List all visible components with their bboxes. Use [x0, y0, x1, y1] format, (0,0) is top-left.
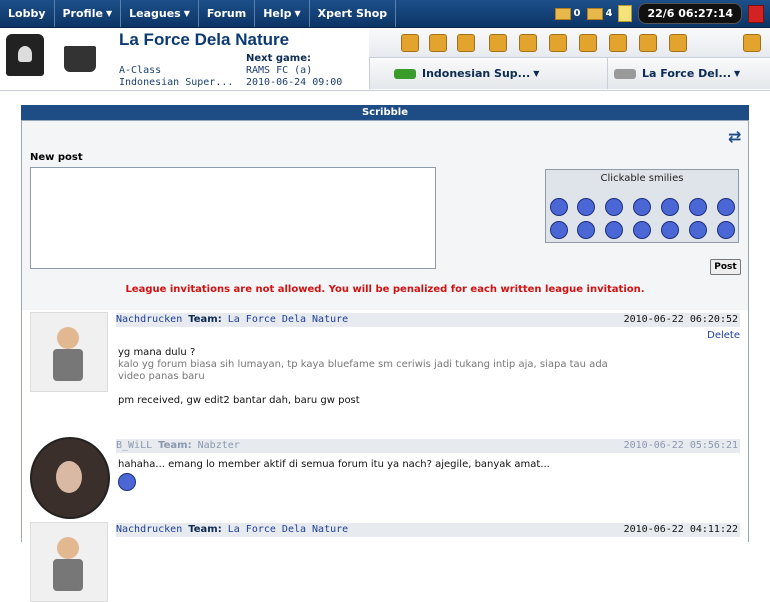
- avatar[interactable]: [30, 437, 110, 519]
- team-toolbar: [369, 28, 770, 58]
- delete-link[interactable]: Delete: [707, 330, 740, 341]
- team-division[interactable]: A-Class: [119, 65, 161, 76]
- chevron-down-icon: ▼: [105, 9, 113, 18]
- team-league[interactable]: Indonesian Super...: [119, 77, 233, 88]
- scribble-post: Nachdrucken Team: La Force Dela Nature 2…: [22, 520, 748, 602]
- nav-help[interactable]: Help ▼: [255, 0, 310, 27]
- post-header: B_WiLL Team: Nabzter 2010-06-22 05:56:21: [116, 439, 740, 453]
- nav-leagues[interactable]: Leagues ▼: [121, 0, 199, 27]
- smilies-box: Clickable smilies: [545, 169, 739, 243]
- league-warning: League invitations are not allowed. You …: [125, 284, 645, 295]
- mail-icon: [554, 7, 571, 20]
- smiley-icon[interactable]: [717, 221, 735, 239]
- smiley-icon[interactable]: [577, 198, 595, 216]
- post-date: 2010-06-22 06:20:52: [623, 314, 738, 325]
- wire-count: 4: [605, 8, 613, 19]
- settings-icon[interactable]: [743, 34, 761, 52]
- next-game-opponent[interactable]: RAMS FC (a): [246, 65, 312, 76]
- post-header: Nachdrucken Team: La Force Dela Nature 2…: [116, 523, 740, 537]
- team-shirt-icon: [6, 34, 44, 76]
- server-clock: 22/6 06:27:14: [638, 3, 742, 24]
- smiley-icon[interactable]: [689, 221, 707, 239]
- car-icon: [614, 68, 636, 79]
- info-icon[interactable]: [401, 34, 419, 52]
- players-icon[interactable]: [457, 34, 475, 52]
- team-label: Team:: [188, 524, 222, 535]
- post-date: 2010-06-22 05:56:21: [623, 440, 738, 451]
- smiley-icon[interactable]: [689, 198, 707, 216]
- smiley-icon[interactable]: [661, 198, 679, 216]
- smiley-icon[interactable]: [605, 221, 623, 239]
- header-tools: 0 4 22/6 06:27:14: [554, 3, 764, 24]
- post-author[interactable]: B_WiLL: [116, 440, 152, 451]
- league-icon: [394, 68, 416, 79]
- team-dropdown[interactable]: La Force Del... ▼: [607, 58, 770, 89]
- smiley-icon[interactable]: [661, 221, 679, 239]
- smiley-icon[interactable]: [717, 198, 735, 216]
- avatar[interactable]: [30, 312, 108, 392]
- economy-icon[interactable]: [549, 34, 567, 52]
- post-button[interactable]: Post: [710, 259, 741, 275]
- main-nav: Lobby Profile ▼ Leagues ▼ Forum Help ▼ Xper…: [0, 0, 397, 27]
- league-dropdown[interactable]: Indonesian Sup... ▼: [369, 58, 608, 89]
- team-name[interactable]: La Force Dela Nature: [119, 30, 289, 50]
- post-team[interactable]: La Force Dela Nature: [228, 524, 348, 535]
- post-text: kalo yg forum biasa sih lumayan, tp kaya…: [118, 359, 608, 370]
- team-label: Team:: [188, 314, 222, 325]
- scribble-title: Scribble: [21, 105, 749, 120]
- logout-icon[interactable]: [748, 4, 764, 23]
- youth-icon[interactable]: [669, 34, 687, 52]
- smiley-icon[interactable]: [577, 221, 595, 239]
- tactics-icon[interactable]: [519, 34, 537, 52]
- new-post-label: New post: [30, 152, 83, 163]
- team-header: La Force Dela Nature A-Class Indonesian …: [0, 28, 770, 91]
- nav-lobby[interactable]: Lobby: [0, 0, 55, 27]
- nav-forum[interactable]: Forum: [199, 0, 256, 27]
- post-text: hahaha... emang lo member aktif di semua…: [118, 459, 550, 470]
- post-text: pm received, gw edit2 bantar dah, baru g…: [118, 395, 360, 406]
- fans-icon[interactable]: [639, 34, 657, 52]
- stopwatch-icon[interactable]: [489, 34, 507, 52]
- transfer-icon[interactable]: [609, 34, 627, 52]
- next-game-time: 2010-06-24 09:00: [246, 77, 343, 88]
- post-text: video panas baru: [118, 371, 205, 382]
- scribble-panel: ⇄ New post Clickable smilies Post League…: [21, 120, 749, 602]
- refresh-icon[interactable]: ⇄: [728, 129, 744, 145]
- chevron-down-icon: ▼: [533, 69, 540, 78]
- scribble-post: B_WiLL Team: Nabzter 2010-06-22 05:56:21…: [22, 436, 748, 520]
- smiley-icon[interactable]: [633, 221, 651, 239]
- smiley-icon: [118, 473, 136, 491]
- post-author[interactable]: Nachdrucken: [116, 314, 182, 325]
- wire-button[interactable]: 4: [586, 7, 613, 20]
- team-shorts-icon: [64, 46, 96, 72]
- post-team[interactable]: Nabzter: [198, 440, 240, 451]
- smilies-title: Clickable smilies: [600, 173, 684, 184]
- wire-icon: [586, 7, 603, 20]
- post-header: Nachdrucken Team: La Force Dela Nature 2…: [116, 313, 740, 327]
- mail-button[interactable]: 0: [554, 7, 581, 20]
- chevron-down-icon: ▼: [183, 9, 190, 18]
- training-icon[interactable]: [429, 34, 447, 52]
- smiley-icon[interactable]: [633, 198, 651, 216]
- chevron-down-icon: ▼: [294, 9, 301, 18]
- smiley-icon[interactable]: [550, 221, 568, 239]
- top-nav-bar: Lobby Profile ▼ Leagues ▼ Forum Help ▼ Xper…: [0, 0, 770, 28]
- stadium-icon[interactable]: [579, 34, 597, 52]
- smiley-icon[interactable]: [550, 198, 568, 216]
- notepad-icon[interactable]: [618, 5, 633, 22]
- new-post-textarea[interactable]: [30, 167, 436, 269]
- scribble-post: Nachdrucken Team: La Force Dela Nature 2…: [22, 310, 748, 436]
- chevron-down-icon: ▼: [734, 69, 741, 78]
- post-text: yg mana dulu ?: [118, 347, 196, 358]
- avatar[interactable]: [30, 522, 108, 602]
- post-date: 2010-06-22 04:11:22: [623, 524, 738, 535]
- mail-count: 0: [573, 8, 581, 19]
- post-author[interactable]: Nachdrucken: [116, 524, 182, 535]
- next-game-label: Next game:: [246, 53, 311, 64]
- smiley-icon[interactable]: [605, 198, 623, 216]
- nav-xpert-shop[interactable]: Xpert Shop: [310, 0, 397, 27]
- team-label: Team:: [158, 440, 192, 451]
- nav-profile[interactable]: Profile ▼: [55, 0, 122, 27]
- post-team[interactable]: La Force Dela Nature: [228, 314, 348, 325]
